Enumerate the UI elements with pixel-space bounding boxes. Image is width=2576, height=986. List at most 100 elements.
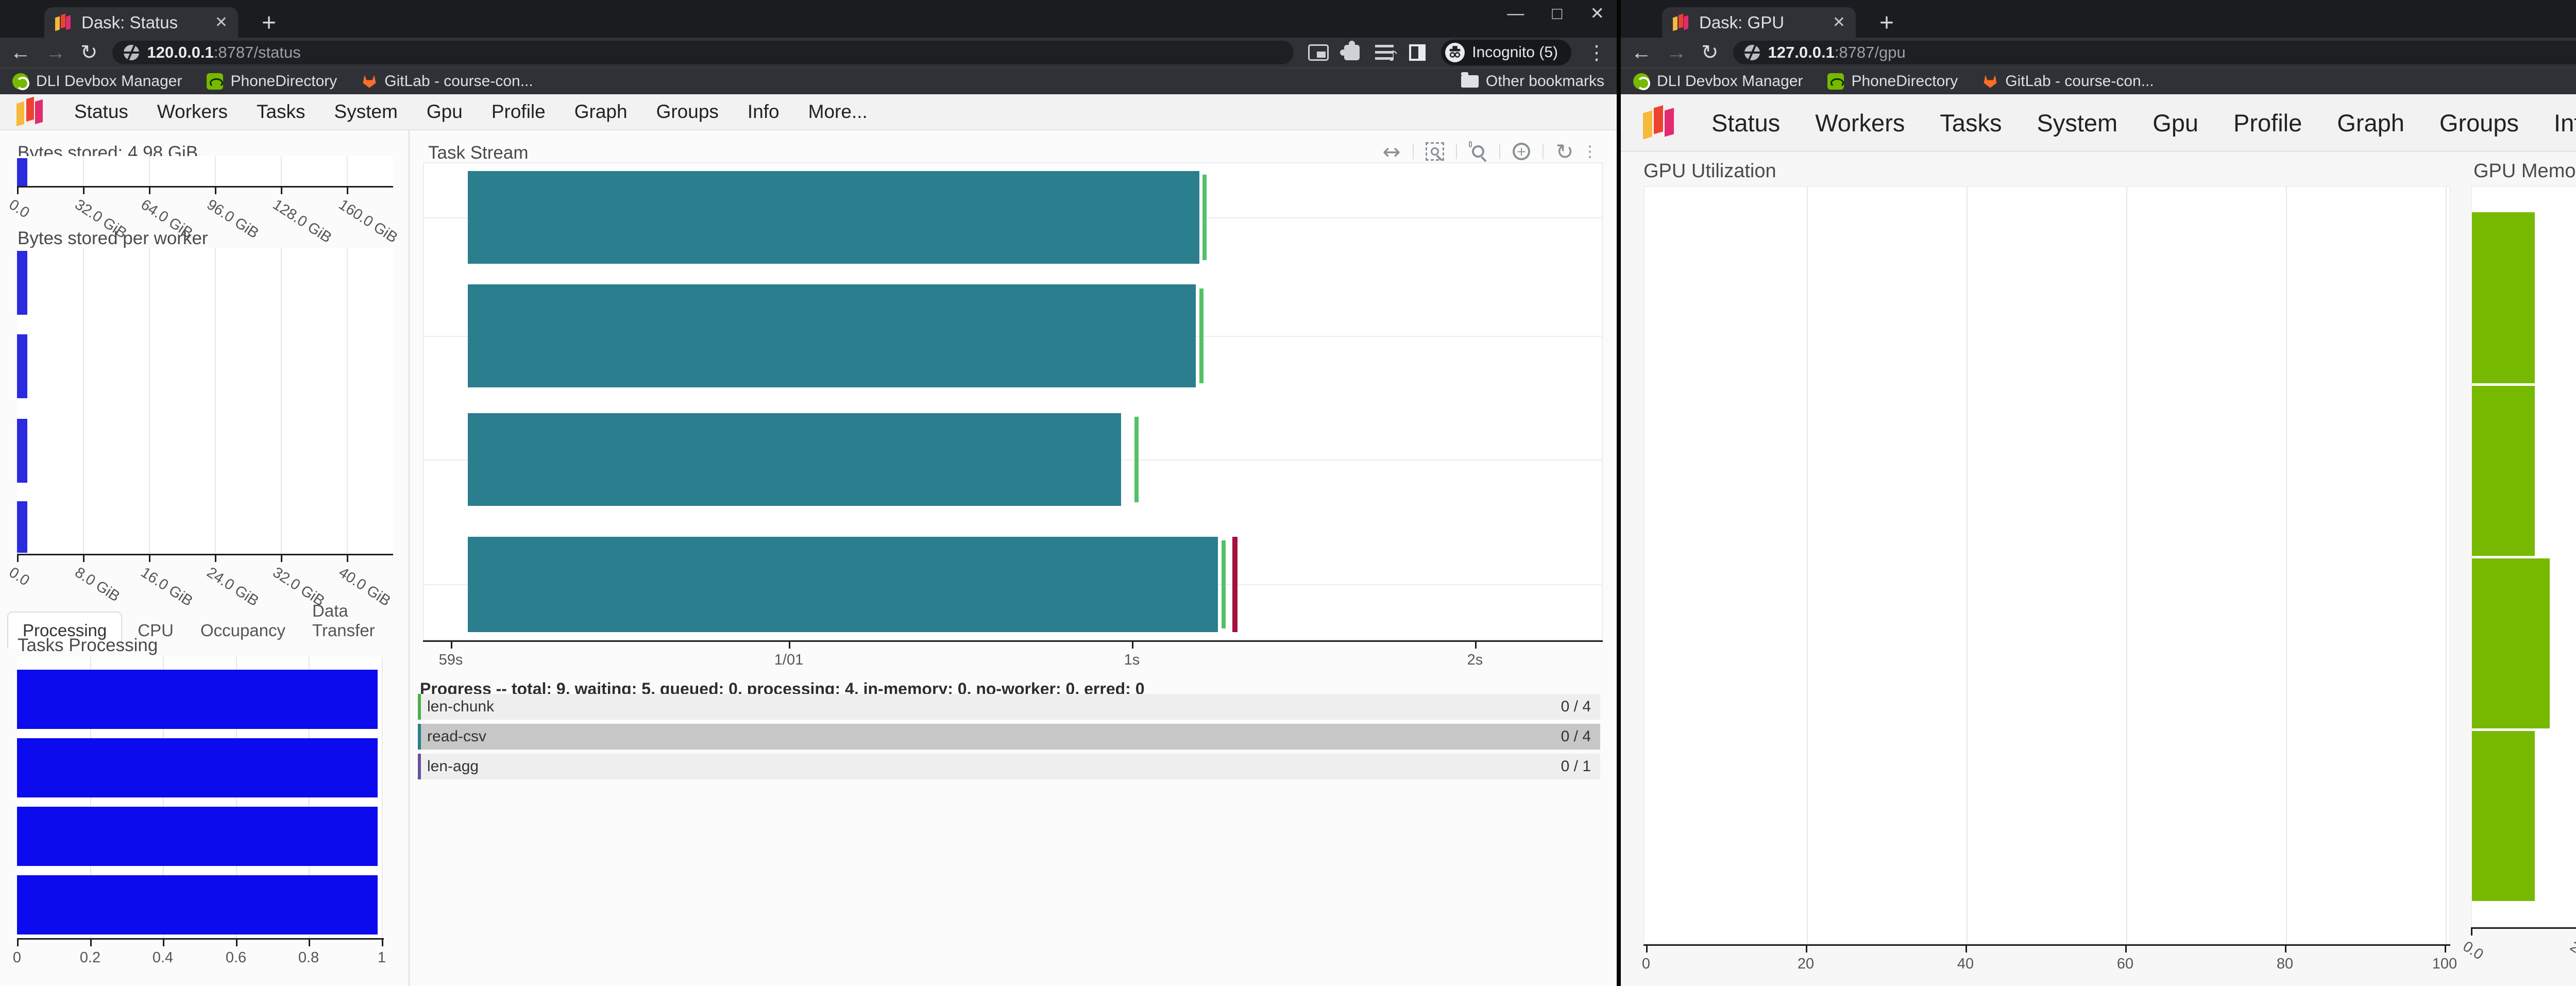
task-stream-row	[424, 284, 1602, 387]
incognito-icon	[1445, 43, 1465, 62]
progress-label: len-agg	[421, 758, 1561, 775]
tick: 1s	[1124, 652, 1140, 669]
nav-system[interactable]: System	[334, 101, 398, 123]
progress-count: 0 / 4	[1561, 728, 1600, 745]
screen: Dask: Status ✕ + — □ ✕ ← → ↻ 120.0.0.1:8…	[0, 0, 2576, 986]
tick: 20	[1798, 956, 1814, 973]
bytes-stored-bar	[17, 158, 27, 186]
browser-menu-icon[interactable]: ⋮	[1587, 41, 1606, 64]
tick: 80	[2277, 956, 2293, 973]
browser-tab-gpu[interactable]: Dask: GPU ✕	[1662, 7, 1856, 38]
nav-profile[interactable]: Profile	[492, 101, 546, 123]
browser-tab-status[interactable]: Dask: Status ✕	[44, 7, 238, 38]
other-bookmarks[interactable]: Other bookmarks	[1461, 73, 1604, 90]
bookmark-phonedirectory[interactable]: PhoneDirectory	[207, 73, 337, 90]
nav-more[interactable]: More...	[808, 101, 868, 123]
bookmark-dli-devbox[interactable]: DLI Devbox Manager	[12, 73, 182, 90]
reload-icon[interactable]: ↻	[1701, 42, 1719, 63]
forward-icon[interactable]: →	[45, 42, 66, 63]
bytes-per-worker-plot[interactable]	[17, 248, 393, 554]
nav-status[interactable]: Status	[1711, 109, 1780, 137]
gpu-utilization-plot[interactable]	[1643, 186, 2450, 944]
progress-count: 0 / 4	[1561, 698, 1600, 716]
gpu-memory-bar	[2472, 386, 2535, 556]
new-tab-button[interactable]: +	[257, 10, 281, 35]
nav-info[interactable]: Info	[748, 101, 779, 123]
bookmark-gitlab[interactable]: GitLab - course-con...	[1982, 73, 2154, 90]
back-icon[interactable]: ←	[10, 42, 31, 63]
window-controls: — □ ✕	[1507, 3, 1604, 23]
bookmark-gitlab[interactable]: GitLab - course-con...	[362, 73, 533, 90]
titlebar: Dask: GPU ✕ + — □ ✕	[1621, 0, 2576, 38]
task-stream-plot[interactable]	[423, 162, 1603, 640]
nav-profile[interactable]: Profile	[2233, 109, 2302, 137]
bytes-stored-plot[interactable]	[17, 156, 393, 186]
tick: 1/01	[774, 652, 803, 669]
progress-row-read-csv[interactable]: read-csv 0 / 4	[418, 724, 1600, 750]
bookmark-dli-devbox[interactable]: DLI Devbox Manager	[1633, 73, 1803, 90]
gpu-memory-bar	[2472, 731, 2535, 901]
wheel-zoom-icon[interactable]	[1465, 139, 1491, 164]
nav-tasks[interactable]: Tasks	[257, 101, 306, 123]
nav-status[interactable]: Status	[74, 101, 128, 123]
side-panel-icon[interactable]	[1409, 44, 1426, 61]
gpu-memory-title: GPU Memory: 4.67 GiB / 60.00 GiB	[2473, 160, 2576, 182]
progress-row-len-chunk[interactable]: len-chunk 0 / 4	[418, 694, 1600, 720]
progress-row-len-agg[interactable]: len-agg 0 / 1	[418, 754, 1600, 779]
nav-graph[interactable]: Graph	[2337, 109, 2404, 137]
tab-occupancy[interactable]: Occupancy	[189, 613, 297, 649]
zoom-in-icon[interactable]: +	[1509, 139, 1534, 164]
close-icon[interactable]: ✕	[1590, 3, 1604, 23]
gitlab-icon	[362, 74, 377, 89]
task-stream-title: Task Stream	[428, 143, 529, 163]
tick: 59s	[439, 652, 463, 669]
tab-close-icon[interactable]: ✕	[215, 13, 228, 31]
nav-tasks[interactable]: Tasks	[1940, 109, 2002, 137]
new-tab-button[interactable]: +	[1874, 10, 1899, 35]
incognito-badge[interactable]: Incognito (5)	[1441, 40, 1571, 65]
nav-info[interactable]: Info	[2554, 109, 2576, 137]
task-bar	[468, 413, 1122, 506]
gpu-memory-plot[interactable]	[2471, 186, 2576, 927]
toolbar-menu-icon[interactable]: ⋮	[1584, 139, 1596, 164]
progress-label: len-chunk	[421, 698, 1561, 716]
media-controls-icon[interactable]	[1375, 45, 1394, 60]
nav-workers[interactable]: Workers	[157, 101, 228, 123]
tab-title: Dask: GPU	[1699, 13, 1823, 32]
pan-icon[interactable]: ↔	[1379, 139, 1404, 164]
back-icon[interactable]: ←	[1631, 42, 1652, 63]
nav-workers[interactable]: Workers	[1815, 109, 1905, 137]
tick: 2.0 GiB	[2567, 938, 2576, 979]
status-right-column: Task Stream ↔ + ↻ ⋮	[411, 130, 1617, 986]
folder-icon	[1461, 75, 1479, 88]
nav-groups[interactable]: Groups	[656, 101, 719, 123]
tasks-bar	[17, 807, 378, 866]
status-left-column: Bytes stored: 4.98 GiB 0.0 32.0 GiB 64.0…	[0, 130, 410, 986]
extensions-icon[interactable]	[1344, 45, 1360, 60]
maximize-icon[interactable]: □	[1552, 4, 1562, 23]
task-stream-row	[424, 413, 1602, 506]
nav-graph[interactable]: Graph	[574, 101, 628, 123]
bookmark-phonedirectory[interactable]: PhoneDirectory	[1827, 73, 1958, 90]
tab-data-transfer[interactable]: Data Transfer	[301, 593, 409, 649]
reload-icon[interactable]: ↻	[80, 42, 98, 63]
url-bar[interactable]: 127.0.0.1:8787/gpu	[1733, 41, 2576, 64]
browser-window-status: Dask: Status ✕ + — □ ✕ ← → ↻ 120.0.0.1:8…	[0, 0, 1617, 986]
url-bar[interactable]: 120.0.0.1:8787/status	[112, 41, 1294, 64]
tasks-processing-plot[interactable]	[17, 657, 384, 938]
minimize-icon[interactable]: —	[1507, 4, 1524, 23]
nav-system[interactable]: System	[2037, 109, 2117, 137]
nav-gpu[interactable]: Gpu	[2153, 109, 2198, 137]
reset-icon[interactable]: ↻	[1552, 139, 1578, 164]
gpu-memory-bar	[2472, 212, 2535, 383]
forward-icon[interactable]: →	[1666, 42, 1687, 63]
site-info-icon[interactable]	[1744, 45, 1760, 60]
task-bar	[468, 537, 1218, 632]
tab-close-icon[interactable]: ✕	[1833, 13, 1845, 31]
box-zoom-icon[interactable]	[1422, 139, 1448, 164]
nav-groups[interactable]: Groups	[2439, 109, 2519, 137]
erred-marker	[1232, 537, 1238, 632]
picture-in-picture-icon[interactable]	[1308, 44, 1329, 61]
site-info-icon[interactable]	[124, 45, 139, 60]
nav-gpu[interactable]: Gpu	[427, 101, 463, 123]
